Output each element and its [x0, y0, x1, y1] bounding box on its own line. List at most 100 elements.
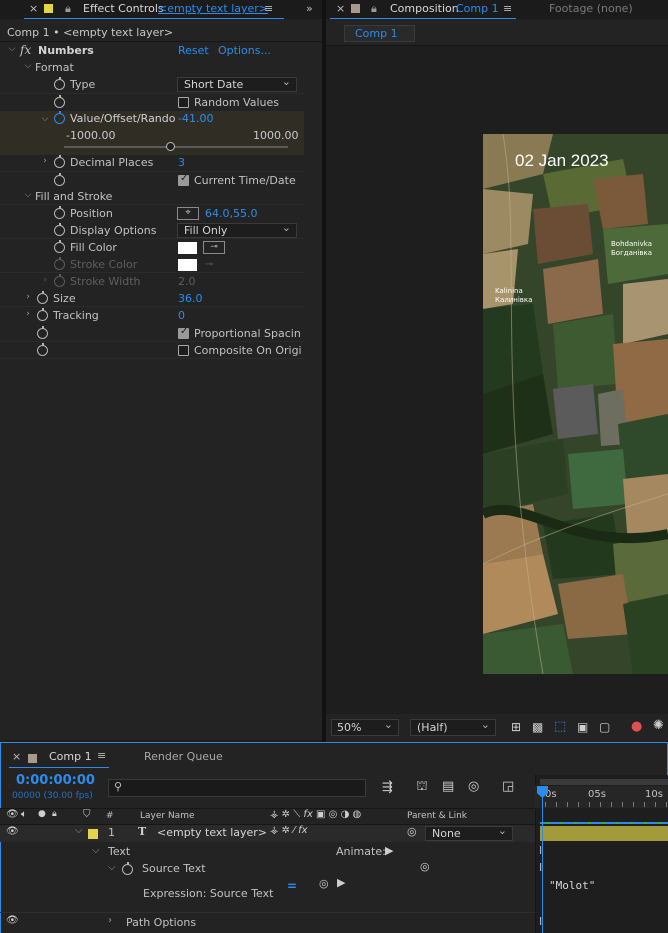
- graph-editor-icon[interactable]: ◲: [502, 779, 514, 794]
- lock-icon[interactable]: 🔒︎: [65, 0, 71, 18]
- type-dropdown[interactable]: Short Date: [177, 75, 297, 92]
- safe-area-icon[interactable]: ▣: [577, 720, 588, 734]
- reset-link[interactable]: Reset: [178, 42, 209, 59]
- composition-tab-title[interactable]: Composition: [390, 0, 459, 18]
- frame-blending-icon[interactable]: ▤: [442, 779, 454, 794]
- source-text-chevron-icon[interactable]: ⌵: [108, 862, 116, 873]
- stopwatch-icon[interactable]: [54, 223, 65, 236]
- layer-color-label[interactable]: [88, 828, 98, 841]
- size-label: Size: [53, 292, 76, 305]
- decimal-places-value[interactable]: 3: [178, 154, 185, 171]
- current-time-indicator[interactable]: [542, 786, 543, 933]
- zoom-dropdown[interactable]: 50%: [331, 717, 399, 736]
- audio-icon: 🔈︎: [21, 809, 27, 820]
- expand-panels-icon[interactable]: »: [306, 0, 313, 18]
- effect-controls-tab-title[interactable]: Effect Controls: [83, 0, 164, 18]
- format-chevron-icon[interactable]: ⌵: [24, 61, 32, 71]
- expand-chevron-icon[interactable]: ⌵: [75, 825, 83, 836]
- collapse-chevron-icon[interactable]: ⌵: [8, 44, 16, 54]
- pickwhip-icon[interactable]: ◎: [420, 860, 430, 873]
- fill-color-swatch[interactable]: [178, 242, 197, 254]
- composition-tab-comp[interactable]: Comp 1: [456, 0, 499, 18]
- work-area-bar[interactable]: [540, 779, 668, 785]
- display-options-dropdown[interactable]: Fill Only: [177, 221, 297, 238]
- layer-duration-bar[interactable]: [540, 826, 668, 841]
- panel-menu-icon[interactable]: ≡: [503, 0, 512, 18]
- stopwatch-icon[interactable]: [37, 326, 48, 339]
- close-icon[interactable]: ×: [29, 0, 38, 18]
- panel-menu-icon[interactable]: ≡: [264, 0, 273, 18]
- stopwatch-icon[interactable]: [37, 343, 48, 356]
- exposure-icon[interactable]: ✺: [653, 718, 664, 733]
- eyedropper-icon[interactable]: ⊸: [203, 241, 225, 254]
- composite-checkbox[interactable]: [178, 345, 189, 356]
- stopwatch-icon[interactable]: [54, 206, 65, 219]
- expression-menu-icon[interactable]: ▶: [337, 876, 345, 889]
- tab-underline: [330, 18, 516, 19]
- stopwatch-icon[interactable]: [122, 862, 133, 875]
- transparency-grid-icon[interactable]: ▩: [532, 720, 543, 734]
- stopwatch-icon[interactable]: [54, 173, 65, 186]
- stopwatch-icon[interactable]: [54, 111, 65, 124]
- channels-icon[interactable]: ●: [631, 719, 642, 734]
- parent-dropdown[interactable]: None: [425, 824, 513, 841]
- expression-value-text[interactable]: "Molot": [549, 879, 595, 892]
- crosshair-icon[interactable]: ⌖: [177, 207, 199, 220]
- overlay-date-text[interactable]: 02 Jan 2023: [515, 151, 609, 171]
- stopwatch-icon[interactable]: [54, 77, 65, 90]
- eye-icon[interactable]: 👁︎: [6, 915, 19, 926]
- snapshot-icon[interactable]: ⊞: [511, 720, 521, 734]
- draft-3d-icon[interactable]: ⛫: [416, 779, 428, 796]
- lock-icon[interactable]: 🔒︎: [371, 0, 377, 18]
- column-layer-name: Layer Name: [140, 811, 195, 821]
- layer-name[interactable]: <empty text layer>: [157, 826, 267, 839]
- position-value[interactable]: 64.0,55.0: [205, 205, 257, 222]
- size-value[interactable]: 36.0: [178, 290, 203, 307]
- stopwatch-icon[interactable]: [37, 291, 48, 304]
- path-options-chevron-icon[interactable]: ›: [108, 915, 112, 926]
- panel-menu-icon[interactable]: ≡: [97, 749, 106, 762]
- random-values-checkbox[interactable]: [178, 97, 189, 108]
- guides-icon[interactable]: ▢: [599, 720, 610, 734]
- comp-mini-flowchart-icon[interactable]: ⇶: [382, 780, 393, 795]
- footage-tab[interactable]: Footage (none): [549, 0, 633, 18]
- stopwatch-icon[interactable]: [37, 308, 48, 321]
- stopwatch-icon[interactable]: [54, 155, 65, 168]
- value-chevron-icon[interactable]: ⌵: [41, 114, 49, 124]
- current-time-checkbox[interactable]: [178, 173, 189, 186]
- timeline-search-input[interactable]: [108, 779, 366, 797]
- close-icon[interactable]: ×: [12, 750, 21, 763]
- value-value[interactable]: -41.00: [178, 110, 213, 127]
- timeline-panel: × Comp 1 ≡ Render Queue 0:00:00:00 00000…: [0, 742, 668, 933]
- decimal-chevron-icon[interactable]: ›: [41, 156, 49, 166]
- fill-stroke-chevron-icon[interactable]: ⌵: [24, 190, 32, 200]
- close-icon[interactable]: ×: [336, 0, 345, 18]
- expression-enable-icon[interactable]: =: [287, 879, 297, 893]
- render-queue-tab[interactable]: Render Queue: [144, 750, 223, 763]
- current-time-label: Current Time/Date: [194, 174, 296, 187]
- text-group-chevron-icon[interactable]: ⌵: [92, 845, 100, 856]
- resolution-dropdown[interactable]: (Half): [410, 717, 496, 736]
- expression-pickwhip-icon[interactable]: ◎: [319, 877, 329, 890]
- map-label-kalinina: Kalinina: [495, 287, 523, 295]
- eye-icon[interactable]: 👁︎: [6, 826, 19, 837]
- effect-controls-tab-layer[interactable]: <empty text layer>: [158, 0, 268, 18]
- timecode-display[interactable]: 0:00:00:00: [16, 773, 95, 788]
- tracking-value[interactable]: 0: [178, 307, 185, 324]
- timeline-tab-title[interactable]: Comp 1: [49, 750, 92, 763]
- proportional-spacing-checkbox[interactable]: [178, 326, 189, 339]
- size-chevron-icon[interactable]: ›: [24, 292, 32, 302]
- pickwhip-icon[interactable]: ◎: [407, 825, 417, 838]
- layer-switches[interactable]: ⚶ ✲ ⁄ fx: [270, 825, 308, 836]
- tracking-chevron-icon[interactable]: ›: [24, 309, 32, 319]
- stopwatch-icon[interactable]: [54, 240, 65, 253]
- region-of-interest-icon[interactable]: ⬚: [554, 719, 566, 734]
- stopwatch-icon[interactable]: [54, 95, 65, 108]
- fx-icon[interactable]: fx: [20, 43, 31, 57]
- animate-play-icon[interactable]: ▶: [385, 844, 393, 857]
- motion-blur-icon[interactable]: ◎: [468, 779, 479, 794]
- comp-1-button[interactable]: Comp 1: [344, 25, 415, 42]
- options-link[interactable]: Options...: [218, 42, 271, 59]
- stopwatch-icon: [54, 257, 65, 270]
- value-slider-track[interactable]: [64, 146, 288, 148]
